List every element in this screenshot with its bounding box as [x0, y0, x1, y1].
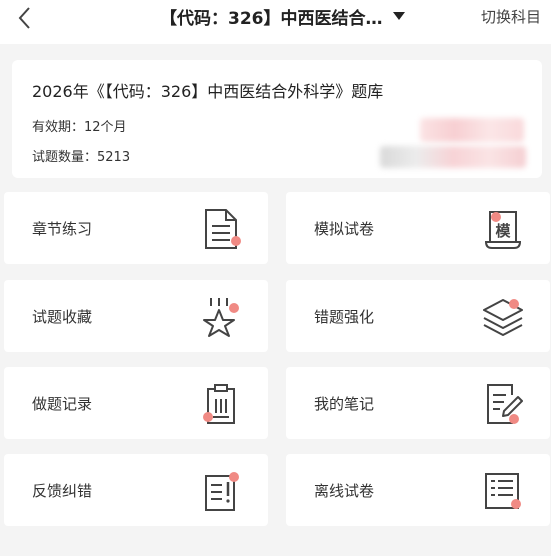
chevron-down-icon	[392, 12, 405, 20]
layers-icon	[483, 299, 523, 336]
tile-label: 模拟试卷	[314, 220, 375, 238]
tile-label: 错题强化	[314, 308, 375, 326]
validity-value: 12个月	[84, 120, 127, 135]
tile-label: 离线试卷	[314, 482, 375, 500]
clipboard-icon	[203, 384, 235, 424]
bank-info-card: 2026年《【代码：326】中西医结合外科学》题库 有效期：12个月 试题数量：…	[12, 60, 542, 178]
star-icon	[203, 298, 239, 337]
tile-label: 做题记录	[32, 395, 93, 413]
bank-title: 2026年《【代码：326】中西医结合外科学》题库	[32, 82, 384, 101]
switch-subject-button[interactable]: 切换科目	[481, 6, 541, 27]
tile-mock-exam[interactable]: 模拟试卷 模	[286, 192, 550, 264]
validity-label: 有效期：	[32, 120, 85, 135]
redacted-area	[420, 118, 524, 142]
document-icon	[205, 209, 241, 249]
tile-label: 反馈纠错	[32, 482, 93, 500]
tile-label: 试题收藏	[32, 308, 93, 326]
tile-offline-exam[interactable]: 离线试卷	[286, 454, 550, 526]
validity-row: 有效期：12个月	[32, 116, 127, 135]
tile-notes[interactable]: 我的笔记	[286, 367, 550, 439]
tile-label: 我的笔记	[314, 395, 375, 413]
tile-history[interactable]: 做题记录	[4, 367, 268, 439]
back-arrow-icon[interactable]	[12, 4, 40, 32]
feedback-icon	[205, 472, 239, 511]
svg-text:模: 模	[495, 222, 511, 240]
offline-paper-icon	[485, 473, 521, 509]
question-count-row: 试题数量：5213	[32, 146, 130, 165]
tile-feedback[interactable]: 反馈纠错	[4, 454, 268, 526]
page-title: 【代码：326】中西医结合…	[160, 8, 383, 29]
subject-selector[interactable]: 【代码：326】中西医结合…	[160, 4, 405, 29]
tile-mistakes[interactable]: 错题强化	[286, 280, 550, 352]
tile-favorites[interactable]: 试题收藏	[4, 280, 268, 352]
scroll-icon: 模	[484, 211, 522, 249]
tile-label: 章节练习	[32, 220, 93, 238]
question-count-value: 5213	[97, 150, 131, 165]
top-bar: 【代码：326】中西医结合… 切换科目	[0, 0, 551, 44]
tile-chapter-practice[interactable]: 章节练习	[4, 192, 268, 264]
redacted-area	[380, 146, 526, 168]
note-pen-icon	[487, 384, 523, 424]
question-count-label: 试题数量：	[32, 150, 98, 165]
